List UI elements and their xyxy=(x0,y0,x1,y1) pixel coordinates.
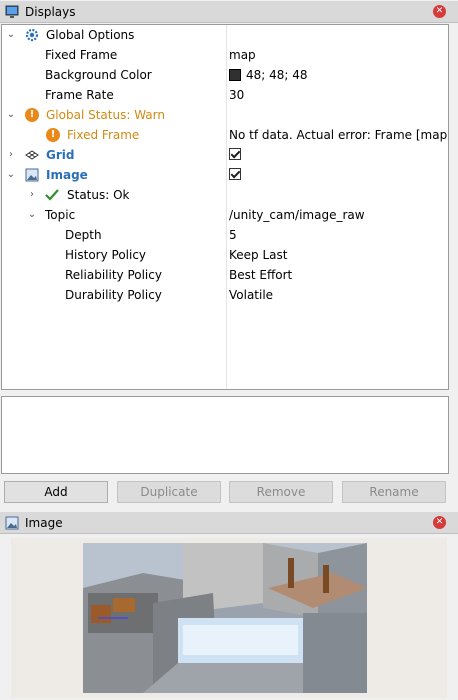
depth-label: Depth xyxy=(65,228,102,242)
tree-row-fixed-frame[interactable]: Fixed Frame map xyxy=(2,45,448,65)
rename-button[interactable]: Rename xyxy=(342,481,446,503)
depth-value[interactable]: 5 xyxy=(229,228,448,242)
remove-button[interactable]: Remove xyxy=(229,481,333,503)
background-color-value[interactable]: 48; 48; 48 xyxy=(229,68,448,82)
fixed-frame-warning-label: Fixed Frame xyxy=(67,128,140,142)
history-policy-label: History Policy xyxy=(65,248,147,262)
gear-icon xyxy=(25,28,39,42)
chevron-down-icon[interactable]: ⌄ xyxy=(6,168,16,182)
fixed-frame-value[interactable]: map xyxy=(229,48,448,62)
chevron-right-icon[interactable]: › xyxy=(27,188,37,202)
topic-label: Topic xyxy=(45,208,76,222)
image-viewport xyxy=(11,538,447,698)
reliability-policy-value[interactable]: Best Effort xyxy=(229,268,448,282)
description-box xyxy=(1,396,449,474)
chevron-down-icon[interactable]: ⌄ xyxy=(6,108,16,122)
image-icon xyxy=(25,168,39,182)
displays-panel-title: Displays xyxy=(25,4,76,19)
global-options-label: Global Options xyxy=(46,28,135,42)
tree-row-reliability-policy[interactable]: Reliability Policy Best Effort xyxy=(2,265,448,285)
displays-panel-header: Displays ✕ xyxy=(0,1,458,23)
tree-row-depth[interactable]: Depth 5 xyxy=(2,225,448,245)
close-icon[interactable]: ✕ xyxy=(433,516,446,529)
durability-policy-label: Durability Policy xyxy=(65,288,162,302)
color-swatch[interactable] xyxy=(229,69,241,81)
tree-row-status-ok[interactable]: › Status: Ok xyxy=(2,185,448,205)
close-icon[interactable]: ✕ xyxy=(433,5,446,18)
grid-label: Grid xyxy=(46,148,75,162)
chevron-down-icon[interactable]: ⌄ xyxy=(6,28,16,42)
duplicate-button[interactable]: Duplicate xyxy=(117,481,221,503)
status-ok-label: Status: Ok xyxy=(67,188,130,202)
tree-row-background-color[interactable]: Background Color 48; 48; 48 xyxy=(2,65,448,85)
grid-enabled-checkbox[interactable] xyxy=(229,148,241,160)
fixed-frame-warning-value: No tf data. Actual error: Frame [map] d.… xyxy=(229,128,448,142)
tree-row-frame-rate[interactable]: Frame Rate 30 xyxy=(2,85,448,105)
monitor-icon xyxy=(5,5,19,19)
tree-row-topic[interactable]: ⌄ Topic /unity_cam/image_raw xyxy=(2,205,448,225)
tree-row-image[interactable]: ⌄ Image xyxy=(2,165,448,185)
tree-row-global-options[interactable]: ⌄ Global Options xyxy=(2,25,448,45)
background-color-text: 48; 48; 48 xyxy=(246,68,308,82)
chevron-down-icon[interactable]: ⌄ xyxy=(27,208,37,222)
frame-rate-value[interactable]: 30 xyxy=(229,88,448,102)
history-policy-value[interactable]: Keep Last xyxy=(229,248,448,262)
warning-icon: ! xyxy=(46,128,60,142)
reliability-policy-label: Reliability Policy xyxy=(65,268,162,282)
tree-row-history-policy[interactable]: History Policy Keep Last xyxy=(2,245,448,265)
image-panel-body xyxy=(0,534,458,700)
chevron-right-icon[interactable]: › xyxy=(6,148,16,162)
frame-rate-label: Frame Rate xyxy=(45,88,114,102)
tree-row-durability-policy[interactable]: Durability Policy Volatile xyxy=(2,285,448,305)
fixed-frame-label: Fixed Frame xyxy=(45,48,118,62)
durability-policy-value[interactable]: Volatile xyxy=(229,288,448,302)
image-icon xyxy=(5,516,19,530)
background-color-label: Background Color xyxy=(45,68,152,82)
global-status-label: Global Status: Warn xyxy=(46,108,165,122)
add-button[interactable]: Add xyxy=(4,481,108,503)
image-label: Image xyxy=(46,168,88,182)
camera-image xyxy=(83,543,367,693)
tree-row-global-status[interactable]: ⌄ ! Global Status: Warn xyxy=(2,105,448,125)
tree-row-fixed-frame-warning[interactable]: ! Fixed Frame No tf data. Actual error: … xyxy=(2,125,448,145)
image-panel-title: Image xyxy=(25,515,63,530)
displays-tree[interactable]: ⌄ Global Options Fixed Frame map Backgro… xyxy=(1,24,449,390)
topic-value[interactable]: /unity_cam/image_raw xyxy=(229,208,448,222)
checkmark-icon xyxy=(45,188,59,202)
grid-icon xyxy=(25,148,39,162)
tree-row-grid[interactable]: › Grid xyxy=(2,145,448,165)
image-enabled-checkbox[interactable] xyxy=(229,168,241,180)
image-panel-header: Image ✕ xyxy=(0,512,458,534)
warning-icon: ! xyxy=(25,108,39,122)
